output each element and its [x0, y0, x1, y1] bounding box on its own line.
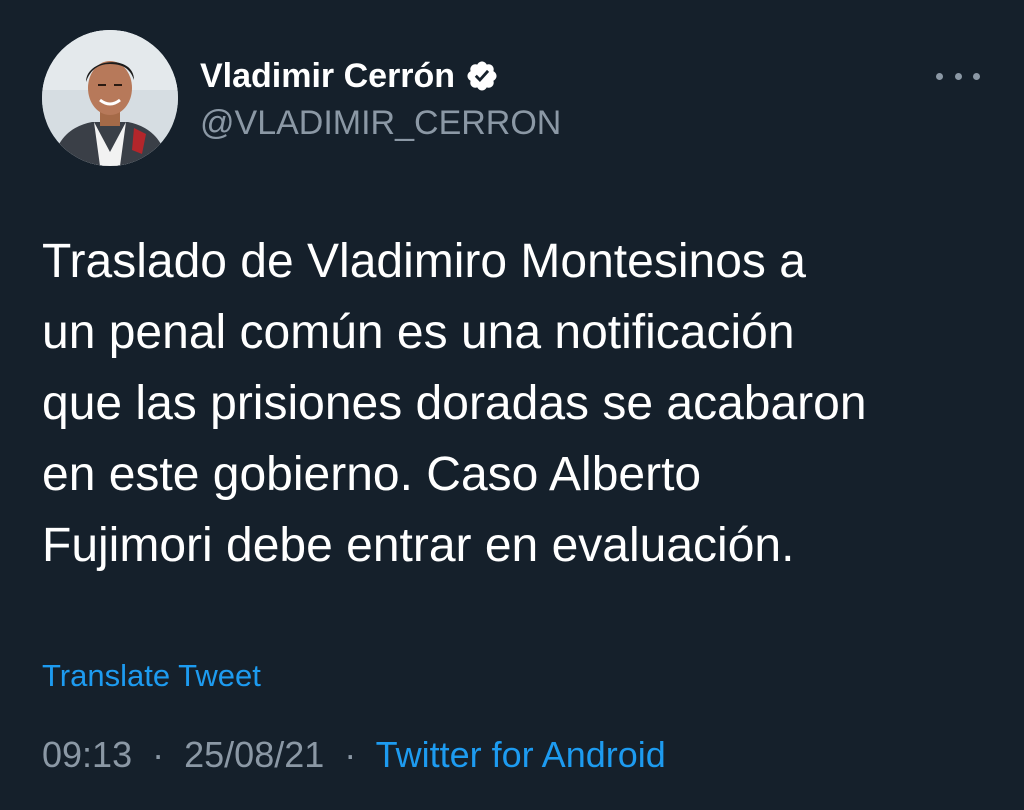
- meta-separator: ·: [344, 734, 357, 775]
- more-options-icon[interactable]: [936, 64, 980, 88]
- avatar[interactable]: [42, 30, 178, 166]
- tweet-time[interactable]: 09:13: [42, 734, 132, 775]
- author-display-name[interactable]: Vladimir Cerrón: [200, 57, 455, 96]
- tweet-text: Traslado de Vladimiro Montesinos a un pe…: [42, 235, 867, 572]
- translate-tweet-link[interactable]: Translate Tweet: [42, 658, 261, 694]
- tweet-source-link[interactable]: Twitter for Android: [376, 734, 666, 775]
- more-dot: [936, 72, 943, 80]
- author-name-row[interactable]: Vladimir Cerrón: [200, 54, 499, 98]
- verified-badge-icon: [465, 59, 499, 93]
- tweet-metadata: 09:13 · 25/08/21 · Twitter for Android: [42, 734, 666, 776]
- more-dot: [973, 72, 980, 80]
- meta-separator: ·: [152, 734, 165, 775]
- tweet-date[interactable]: 25/08/21: [184, 734, 324, 775]
- more-dot: [954, 72, 962, 80]
- author-handle[interactable]: @VLADIMIR_CERRON: [200, 104, 561, 143]
- profile-photo: [42, 30, 178, 166]
